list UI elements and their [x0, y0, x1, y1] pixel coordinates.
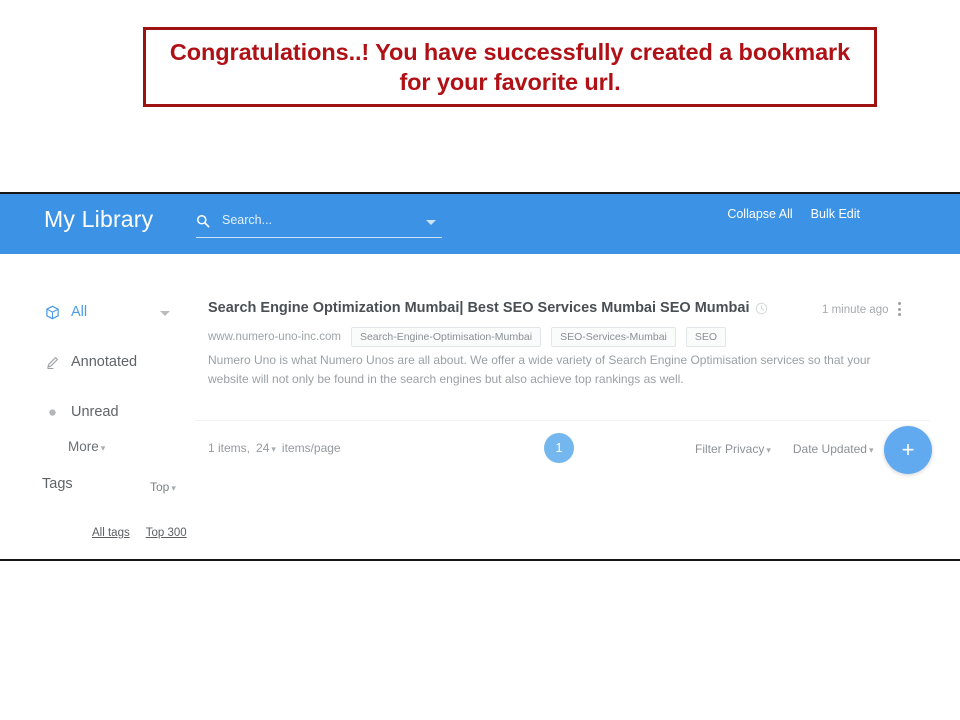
app-screenshot: My Library Collapse All Bulk Edit + — [0, 192, 960, 561]
items-per-page-dropdown[interactable]: 24 ▾ — [256, 441, 276, 455]
dot-icon — [44, 404, 60, 420]
sidebar-item-label: Unread — [71, 404, 119, 420]
tag-pill[interactable]: Search-Engine-Optimisation-Mumbai — [350, 327, 542, 347]
list-footer: 1 items, 24 ▾ items/page 1 Filter Privacy… — [195, 420, 930, 477]
sidebar-item-unread[interactable]: Unread — [44, 404, 119, 420]
sidebar-all-caret-icon[interactable] — [160, 311, 170, 316]
footer-controls: Filter Privacy ▾ Date Updated ▾ — [695, 441, 911, 456]
bookmark-title-row: Search Engine Optimization Mumbai| Best … — [208, 300, 908, 316]
more-label: More — [68, 439, 99, 454]
tags-sort-dropdown[interactable]: Top ▾ — [150, 480, 176, 494]
bookmark-title[interactable]: Search Engine Optimization Mumbai| Best … — [208, 300, 749, 316]
search-input[interactable] — [222, 211, 412, 229]
chevron-down-icon: ▾ — [171, 483, 176, 493]
sidebar-more-button[interactable]: More ▾ — [68, 439, 105, 454]
bookmark-domain[interactable]: www.numero-uno-inc.com — [208, 331, 341, 343]
page-title: My Library — [44, 206, 154, 232]
top-300-link[interactable]: Top 300 — [146, 527, 187, 539]
search-icon — [197, 215, 210, 228]
bookmark-description: Numero Uno is what Numero Unos are all a… — [208, 353, 871, 386]
search-bar[interactable] — [196, 211, 442, 238]
bookmark-meta-row: www.numero-uno-inc.com Search-Engine-Opt… — [208, 327, 727, 347]
sidebar-item-annotated[interactable]: Annotated — [44, 354, 137, 370]
tag-pill[interactable]: SEO — [685, 327, 727, 347]
bulk-edit-button[interactable]: Bulk Edit — [811, 207, 860, 221]
collapse-all-button[interactable]: Collapse All — [727, 207, 792, 221]
banner-message: Congratulations..! You have successfully… — [169, 39, 851, 95]
pagination-page-1[interactable]: 1 — [544, 433, 574, 463]
clock-icon[interactable] — [755, 302, 768, 315]
page-number: 1 — [555, 441, 563, 455]
date-updated-dropdown[interactable]: Date Updated ▾ — [793, 442, 874, 456]
items-total: 1 items, — [208, 441, 251, 455]
chevron-down-icon[interactable] — [426, 220, 436, 225]
box-icon — [44, 304, 60, 320]
kebab-menu-icon[interactable] — [892, 300, 906, 318]
all-tags-link[interactable]: All tags — [92, 527, 130, 539]
items-per-page-value: 24 — [256, 441, 270, 455]
header-actions: Collapse All Bulk Edit — [727, 207, 860, 221]
chevron-down-icon: ▾ — [766, 444, 771, 455]
main-content: Search Engine Optimization Mumbai| Best … — [195, 254, 960, 559]
chevron-down-icon: ▾ — [271, 444, 276, 454]
add-bookmark-button[interactable]: + — [884, 426, 932, 474]
sidebar: All Annotated Unread More ▾ Tags Top ▾ A… — [0, 254, 195, 559]
pencil-icon — [44, 354, 60, 370]
chevron-down-icon: ▾ — [868, 444, 874, 455]
bookmark-timestamp: 1 minute ago — [822, 304, 889, 316]
plus-icon: + — [901, 437, 915, 462]
date-updated-label: Date Updated — [792, 441, 867, 456]
sidebar-item-label: Annotated — [71, 354, 138, 370]
items-count: 1 items, 24 ▾ items/page — [208, 441, 341, 455]
sidebar-item-label: All — [71, 304, 88, 320]
chevron-down-icon: ▾ — [100, 443, 106, 453]
filter-privacy-dropdown[interactable]: Filter Privacy ▾ — [695, 442, 771, 456]
congratulation-banner: Congratulations..! You have successfully… — [143, 27, 877, 107]
items-per-page-label: items/page — [281, 441, 341, 455]
app-header: My Library Collapse All Bulk Edit — [0, 194, 960, 254]
filter-privacy-label: Filter Privacy — [695, 441, 765, 456]
tag-links: All tags Top 300 — [92, 527, 187, 539]
tags-heading: Tags — [42, 476, 73, 492]
tags-sort-label: Top — [150, 480, 170, 494]
tag-pill[interactable]: SEO-Services-Mumbai — [551, 327, 676, 347]
sidebar-item-all[interactable]: All — [44, 304, 87, 320]
